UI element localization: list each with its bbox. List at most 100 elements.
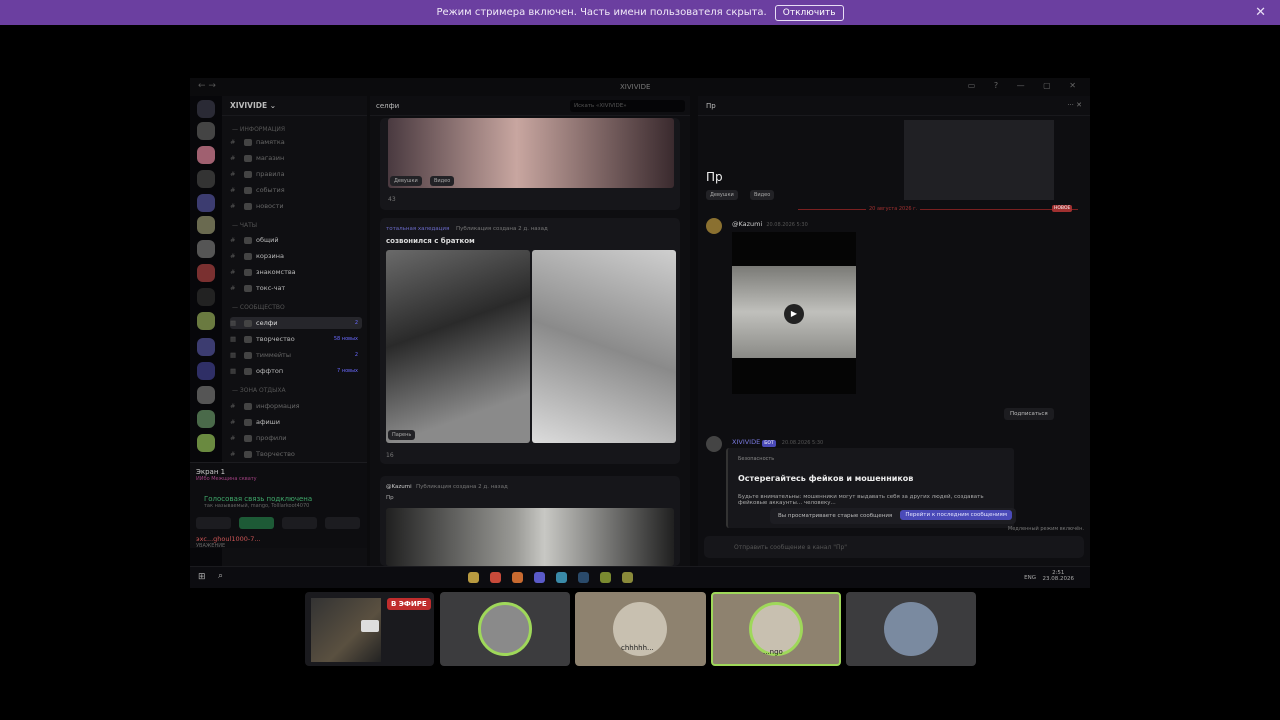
embed-title: Остерегайтесь фейков и мошенников [738,474,914,483]
comment-count: 43 [388,196,396,203]
participant-name: chhhhh... [621,644,654,652]
category-label[interactable]: — ИНФОРМАЦИЯ [232,126,285,133]
category-label[interactable]: — ЧАТЫ [232,222,257,229]
video-attachment[interactable]: ▶ [732,232,856,394]
window-controls[interactable]: ▭ ? — ▢ ✕ [968,81,1084,90]
soundboard-button[interactable] [325,517,360,529]
channel-item[interactable]: # события [230,184,362,196]
chrome-icon[interactable] [490,572,501,583]
channel-item[interactable]: # магазин [230,152,362,164]
channel-item[interactable]: # знакомства [230,266,362,278]
server-icon[interactable] [197,122,215,140]
channel-item-selfie[interactable]: ▦ селфи 2 [230,317,362,329]
date-divider: 20 августа 2026 г. [866,206,921,212]
server-icon[interactable] [197,194,215,212]
channel-item[interactable]: # правила [230,168,362,180]
channel-item[interactable]: # памятка [230,136,362,148]
jump-to-latest-button[interactable]: Перейти к последним сообщениям [900,510,1012,520]
close-icon[interactable]: ✕ [1255,5,1266,20]
channel-item[interactable]: # новости [230,200,362,212]
post-meta: Публикация создана 2 д. назад [456,226,548,232]
server-icon[interactable] [197,240,215,258]
server-icon[interactable] [197,410,215,428]
channel-item[interactable]: # Творчество [230,448,362,460]
server-icon[interactable] [197,288,215,306]
channel-item[interactable]: # общий [230,234,362,246]
embed-label: Безопасность [738,456,775,462]
screen-share-info[interactable]: Экран 1 ИИбо Межщина сквату [196,468,257,482]
post-author: тотальная халедация [386,226,450,232]
avatar[interactable] [706,436,722,452]
voice-status: Голосовая связь подключена так называемый… [204,495,313,509]
server-icon[interactable] [197,146,215,164]
category-label[interactable]: — СООБЩЕСТВО [232,304,285,311]
server-icon[interactable] [197,264,215,282]
start-icon[interactable]: ⊞ [198,572,206,582]
play-icon[interactable]: ▶ [784,304,804,324]
channel-item[interactable]: # информация [230,400,362,412]
avatar [478,602,532,656]
channel-item[interactable]: # корзина [230,250,362,262]
server-icon[interactable] [197,312,215,330]
window-titlebar: ← → XIVIVIDE ▭ ? — ▢ ✕ [190,78,1090,96]
discord-home-icon[interactable] [197,100,215,118]
search-icon[interactable]: ⌕ [218,571,223,581]
category-label[interactable]: — ЗОНА ОТДЫХА [232,387,286,394]
search-input[interactable]: Искать «XIVIVIDE» [570,100,685,112]
server-icon[interactable] [197,362,215,380]
server-icon[interactable] [197,338,215,356]
participant-tile[interactable] [440,592,570,666]
channel-item[interactable]: ▦ оффтоп 7 новых [230,365,362,377]
camera-button[interactable] [196,517,231,529]
message-author[interactable]: @Kazumi 20.08.2026 5:30 [732,220,808,228]
stream-tile[interactable]: В ЭФИРЕ [305,592,434,666]
participant-tile[interactable] [846,592,976,666]
disable-streamer-mode-button[interactable]: Отключить [774,4,844,21]
explorer-icon[interactable] [468,572,479,583]
clock[interactable]: 2:51 23.08.2026 [1043,570,1075,582]
forum-feed: селфи Искать «XIVIVIDE» Девушки Видео 43… [370,96,690,566]
server-icon[interactable] [197,170,215,188]
participant-tile-speaking[interactable]: ...ngo [711,592,841,666]
avatar [884,602,938,656]
server-icon[interactable] [197,434,215,452]
language-indicator[interactable]: ENG [1024,575,1036,581]
voice-panel: Экран 1 ИИбо Межщина сквату Голосовая свя… [190,462,367,549]
app-icon[interactable] [556,572,567,583]
monitor-icon [361,620,379,632]
activities-button[interactable] [282,517,317,529]
app-icon[interactable] [600,572,611,583]
tag-video: Видео [430,176,455,186]
forum-post[interactable]: Девушки Видео 43 [380,118,680,210]
firefox-icon[interactable] [512,572,523,583]
share-screen-button[interactable] [239,517,274,529]
avatar[interactable] [706,218,722,234]
subscribe-button[interactable]: Подписаться [1004,408,1054,420]
server-icon[interactable] [197,386,215,404]
channel-item[interactable]: ▦ тиммейты 2 [230,349,362,361]
channel-item[interactable]: # токс-чат [230,282,362,294]
forum-post[interactable]: @Kazumi Публикация создана 2 д. назад Пр [380,476,680,566]
post-title: Пр [386,495,394,501]
channel-item[interactable]: # профили [230,432,362,444]
forum-post[interactable]: тотальная халедация Публикация создана 2… [380,218,680,464]
app-icon[interactable] [622,572,633,583]
thread-panel: Пр ··· ✕ Пр Девушки Видео 20 августа 202… [698,96,1090,566]
channel-item[interactable]: ▦ творчество 58 новых [230,333,362,345]
server-name[interactable]: XIVIVIDE ⌄ [222,96,367,116]
user-panel[interactable]: эхс...ghoul1000-7... УВАЖЕНИЕ [196,535,261,549]
message-input[interactable]: Отправить сообщение в канал "Пр" [704,536,1084,558]
channel-item[interactable]: # афиши [230,416,362,428]
message-author[interactable]: XIVIVIDE БОТ 20.08.2026 5:30 [732,438,823,447]
close-icon[interactable]: ··· ✕ [1067,101,1082,109]
embed-body: Будьте внимательны: мошенники могут выда… [738,494,984,506]
tag-video: Видео [750,190,775,200]
post-meta: Публикация создана 2 д. назад [416,484,508,490]
back-forward-icon[interactable]: ← → [198,81,216,91]
participant-tile[interactable]: chhhhh... [575,592,706,666]
server-icon[interactable] [197,216,215,234]
steam-icon[interactable] [578,572,589,583]
post-image [532,250,676,443]
old-messages-text: Вы просматриваете старые сообщения [778,513,893,519]
discord-icon[interactable] [534,572,545,583]
